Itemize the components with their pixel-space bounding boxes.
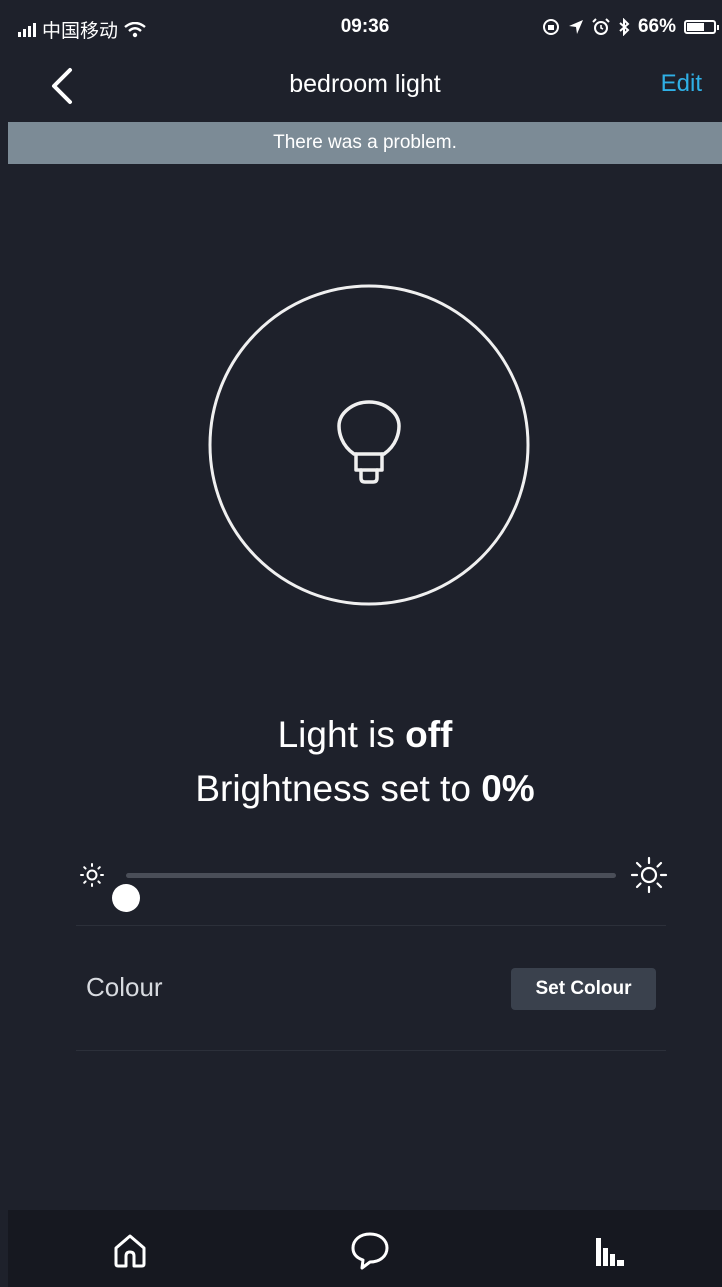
slider-track[interactable]: [112, 873, 616, 912]
chat-icon[interactable]: [348, 1228, 392, 1272]
battery-icon: [684, 20, 719, 34]
brightness-value: 0%: [481, 768, 535, 809]
status-bar: 中国移动 09:36 66%: [8, 0, 722, 54]
divider: [76, 925, 666, 926]
colour-row: Colour Set Colour: [76, 940, 666, 1035]
error-banner: There was a problem.: [8, 122, 722, 164]
alarm-icon: [592, 18, 610, 35]
light-state-value: off: [405, 714, 453, 755]
edit-button[interactable]: Edit: [661, 70, 702, 98]
brightness-high-icon: [630, 856, 668, 894]
power-toggle[interactable]: [208, 284, 530, 606]
home-icon[interactable]: [108, 1228, 152, 1272]
device-screen: 中国移动 09:36 66% bedroom light Edit There …: [8, 0, 722, 1287]
battery-percent: 66%: [637, 16, 676, 37]
battery-fill: [687, 23, 704, 31]
orientation-lock-icon: [542, 19, 559, 35]
tab-bar: [8, 1210, 722, 1287]
light-state-prefix: Light is: [277, 714, 406, 755]
lightbulb-icon: [337, 400, 401, 484]
bluetooth-icon: [619, 18, 630, 36]
colour-label: Colour: [86, 972, 163, 1002]
divider: [76, 1050, 666, 1051]
slider-thumb[interactable]: [112, 884, 140, 912]
activity-icon[interactable]: [588, 1228, 632, 1272]
status-right: 66%: [542, 16, 719, 38]
brightness-low-icon: [80, 863, 104, 887]
page-title: bedroom light: [289, 70, 441, 98]
light-state-text: Light is off: [8, 714, 722, 756]
brightness-slider[interactable]: [78, 850, 668, 912]
brightness-text: Brightness set to 0%: [8, 768, 722, 810]
location-icon: [568, 20, 583, 34]
nav-bar: bedroom light Edit: [8, 54, 722, 122]
set-colour-button[interactable]: Set Colour: [511, 968, 656, 1010]
brightness-prefix: Brightness set to: [195, 768, 482, 809]
